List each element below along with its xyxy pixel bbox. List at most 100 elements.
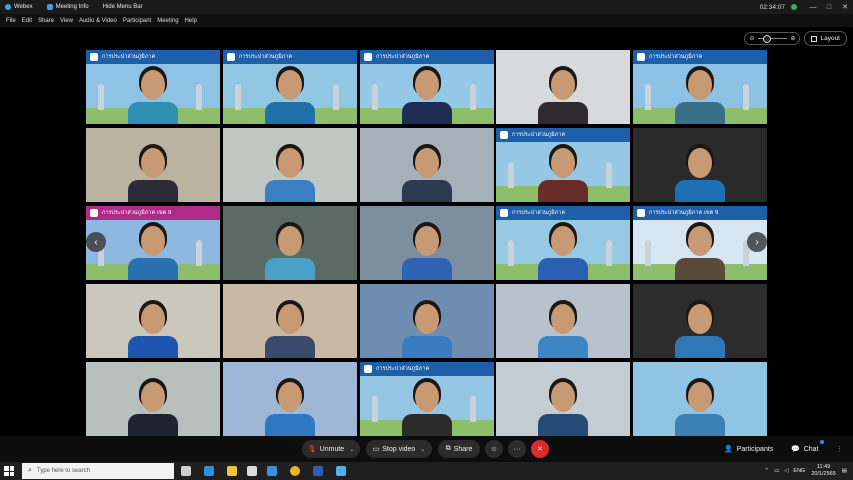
network-icon[interactable]: ▭: [774, 468, 779, 474]
mail-icon[interactable]: [267, 466, 277, 476]
meeting-info-label: Meeting Info: [55, 4, 89, 10]
word-icon[interactable]: [313, 466, 323, 476]
participant-video-tile[interactable]: [633, 128, 767, 202]
chevron-left-icon: ‹: [94, 236, 98, 248]
menu-file[interactable]: File: [6, 18, 16, 24]
participant-face: [688, 70, 712, 100]
participant-body: [128, 336, 178, 358]
chevron-down-icon[interactable]: ⌄: [349, 446, 354, 453]
participant-video-tile[interactable]: [86, 284, 220, 358]
maximize-button[interactable]: □: [821, 4, 837, 11]
water-tower-graphic: [333, 84, 339, 110]
participant-video-tile[interactable]: [223, 284, 357, 358]
more-icon: ···: [513, 445, 521, 453]
chevron-down-icon[interactable]: ⌄: [420, 446, 425, 453]
banner-text: การประปาส่วนภูมิภาค: [102, 54, 156, 60]
webex-icon[interactable]: [336, 466, 346, 476]
search-icon: ⌕: [28, 467, 32, 474]
menu-view[interactable]: View: [60, 18, 73, 24]
menu-participant[interactable]: Participant: [123, 18, 151, 24]
participant-video-tile[interactable]: [86, 362, 220, 436]
hide-menu-bar-button[interactable]: Hide Menu Bar: [103, 4, 143, 10]
participant-video-tile[interactable]: [633, 284, 767, 358]
more-options-button[interactable]: ···: [508, 440, 526, 458]
leave-meeting-button[interactable]: ✕: [531, 440, 549, 458]
share-button[interactable]: ⧉ Share: [438, 440, 480, 458]
zoom-out-icon[interactable]: ⊖: [749, 35, 754, 42]
participant-video-tile[interactable]: [360, 206, 494, 280]
participant-body: [675, 258, 725, 280]
hide-menu-bar-label: Hide Menu Bar: [102, 4, 143, 10]
participant-video-tile[interactable]: [633, 362, 767, 436]
participant-body: [402, 336, 452, 358]
participant-video-tile[interactable]: การประปาส่วนภูมิภาค เขต 9: [86, 206, 220, 280]
participant-video-tile[interactable]: [223, 128, 357, 202]
participant-body: [538, 414, 588, 436]
taskbar-search-box[interactable]: ⌕ Type here to search: [22, 463, 174, 479]
webex-app-menu[interactable]: Webex: [5, 4, 33, 10]
participant-body: [128, 414, 178, 436]
notifications-icon[interactable]: ▤: [842, 468, 847, 474]
participants-button[interactable]: 👤 Participants: [724, 440, 773, 458]
water-tower-graphic: [606, 240, 612, 266]
volume-icon[interactable]: ◁: [784, 468, 788, 474]
menu-meeting[interactable]: Meeting: [157, 18, 178, 24]
file-explorer-icon[interactable]: [227, 466, 237, 476]
app-name: Webex: [14, 4, 33, 10]
participant-face: [415, 148, 439, 178]
participant-video-tile[interactable]: การประปาส่วนภูมิภาค: [86, 50, 220, 124]
participant-body: [675, 414, 725, 436]
windows-logo-icon: [4, 466, 9, 471]
next-page-button[interactable]: ›: [747, 232, 767, 252]
zoom-slider-handle[interactable]: [762, 35, 771, 43]
meeting-info-button[interactable]: Meeting Info: [46, 4, 89, 10]
participant-video-tile[interactable]: [223, 362, 357, 436]
layout-button[interactable]: Layout: [804, 31, 847, 46]
minimize-button[interactable]: —: [805, 4, 821, 11]
participant-video-tile[interactable]: การประปาส่วนภูมิภาค: [360, 50, 494, 124]
system-tray: ⌃ ▭ ◁ ENG 11:49 20/1/2565 ▤: [764, 462, 853, 480]
menu-share[interactable]: Share: [38, 18, 54, 24]
participant-video-tile[interactable]: การประปาส่วนภูมิภาค: [223, 50, 357, 124]
participant-body: [675, 102, 725, 124]
previous-page-button[interactable]: ‹: [86, 232, 106, 252]
participant-video-tile[interactable]: [496, 284, 630, 358]
start-button[interactable]: [4, 466, 14, 476]
menu-help[interactable]: Help: [185, 18, 197, 24]
panel-options-button[interactable]: ⋮: [836, 440, 843, 458]
chat-button[interactable]: 💬 Chat: [791, 440, 819, 458]
participant-video-tile[interactable]: การประปาส่วนภูมิภาค: [496, 128, 630, 202]
participant-video-tile[interactable]: การประปาส่วนภูมิภาค: [633, 50, 767, 124]
participant-video-tile[interactable]: [496, 362, 630, 436]
task-view-icon[interactable]: [181, 466, 191, 476]
participant-video-tile[interactable]: การประปาส่วนภูมิภาค: [496, 206, 630, 280]
menu-audio-video[interactable]: Audio & Video: [79, 18, 117, 24]
participant-video-tile[interactable]: [223, 206, 357, 280]
menu-edit[interactable]: Edit: [22, 18, 32, 24]
participant-body: [265, 414, 315, 436]
virtual-background-banner: การประปาส่วนภูมิภาค: [496, 206, 630, 220]
reactions-button[interactable]: ☺: [485, 440, 503, 458]
virtual-background-banner: การประปาส่วนภูมิภาค: [360, 50, 494, 64]
view-tools: ⊖ ⊕ Layout: [744, 31, 847, 46]
taskbar-clock[interactable]: 11:49 20/1/2565: [811, 464, 835, 478]
participant-video-tile[interactable]: [86, 128, 220, 202]
language-indicator[interactable]: ENG: [793, 468, 805, 474]
zoom-in-icon[interactable]: ⊕: [790, 35, 795, 42]
tray-up-arrow-icon[interactable]: ⌃: [764, 468, 769, 474]
store-icon[interactable]: [247, 466, 257, 476]
edge-icon[interactable]: [204, 466, 214, 476]
participant-video-tile[interactable]: [496, 50, 630, 124]
water-tower-graphic: [196, 240, 202, 266]
participant-video-tile[interactable]: [360, 128, 494, 202]
water-tower-graphic: [470, 396, 476, 422]
close-window-button[interactable]: ✕: [837, 3, 853, 11]
participant-body: [265, 258, 315, 280]
stop-video-button[interactable]: ▭ Stop video ⌄: [366, 440, 432, 458]
participant-video-tile[interactable]: [360, 284, 494, 358]
unmute-button[interactable]: 🎙 Unmute ⌄: [302, 440, 360, 458]
pwa-logo-icon: [637, 209, 645, 217]
participant-video-tile[interactable]: การประปาส่วนภูมิภาค: [360, 362, 494, 436]
chrome-icon[interactable]: [290, 466, 300, 476]
grid-zoom-slider[interactable]: ⊖ ⊕: [744, 32, 801, 45]
